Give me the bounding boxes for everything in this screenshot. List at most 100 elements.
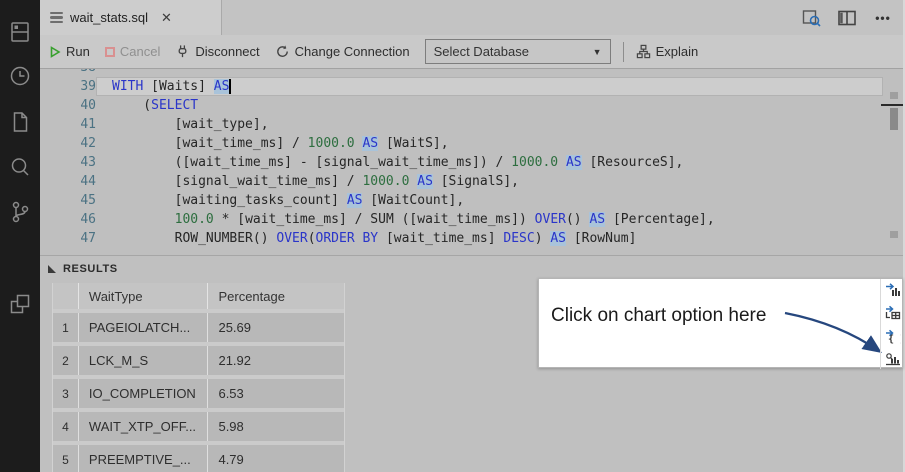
row-number-cell[interactable]: 1 [53,313,79,342]
code-line[interactable]: 38 [40,69,883,77]
connections-icon[interactable] [8,20,32,44]
waittype-cell[interactable]: PREEMPTIVE_... [79,445,209,472]
editor-actions: ••• [801,0,893,35]
task-history-icon[interactable] [8,64,32,88]
line-content: ([wait_time_ms] - [signal_wait_time_ms])… [96,153,883,172]
code-line[interactable]: 41 [wait_type], [40,115,883,134]
grid-header-row: WaitType Percentage [53,283,344,309]
preview-icon[interactable] [801,8,821,28]
annotation-text: Click on chart option here [551,305,766,327]
code-line[interactable]: 45 [waiting_tasks_count] AS [WaitCount], [40,191,883,210]
line-number: 42 [40,134,96,153]
run-label: Run [66,44,90,59]
view-as-chart-icon[interactable] [884,350,901,367]
table-row[interactable]: 3IO_COMPLETION6.53 [53,379,344,408]
more-actions-icon[interactable]: ••• [873,8,893,28]
line-number: 43 [40,153,96,172]
code-editor[interactable]: 3839WITH [Waits] AS40 (SELECT41 [wait_ty… [40,69,905,255]
explain-label: Explain [656,44,699,59]
waittype-cell[interactable]: WAIT_XTP_OFF... [79,412,209,441]
row-number-cell[interactable]: 4 [53,412,79,441]
editor-scrollbar[interactable] [885,69,903,255]
save-as-excel-icon[interactable] [884,304,901,321]
select-database-dropdown[interactable]: Select Database ▼ [425,39,611,64]
percentage-cell[interactable]: 5.98 [208,412,344,441]
toolbar-separator [623,42,624,62]
editor-group: wait_stats.sql ✕ ••• Run Cancel Disconne… [40,0,905,472]
scrollbar-thumb[interactable] [890,108,898,130]
line-content: [wait_type], [96,115,883,134]
line-content: 100.0 * [wait_time_ms] / SUM ([wait_time… [96,210,883,229]
split-editor-icon[interactable] [837,8,857,28]
disconnect-button[interactable]: Disconnect [175,44,259,59]
tab-wait-stats-sql[interactable]: wait_stats.sql ✕ [40,0,222,35]
line-number: 39 [40,77,96,96]
percentage-cell[interactable]: 21.92 [208,346,344,375]
table-row[interactable]: 5PREEMPTIVE_...4.79 [53,445,344,472]
cancel-label: Cancel [120,44,160,59]
waittype-cell[interactable]: IO_COMPLETION [79,379,209,408]
code-line[interactable]: 40 (SELECT [40,96,883,115]
code-line[interactable]: 42 [wait_time_ms] / 1000.0 AS [WaitS], [40,134,883,153]
line-number: 40 [40,96,96,115]
percentage-cell[interactable]: 6.53 [208,379,344,408]
tab-bar: wait_stats.sql ✕ ••• [40,0,905,35]
disconnect-label: Disconnect [195,44,259,59]
code-line[interactable]: 43 ([wait_time_ms] - [signal_wait_time_m… [40,153,883,172]
plug-icon [175,44,190,59]
save-as-json-icon[interactable]: { } [884,327,901,344]
waittype-cell[interactable]: PAGEIOLATCH... [79,313,209,342]
column-header-waittype[interactable]: WaitType [79,283,209,309]
line-number: 41 [40,115,96,134]
code-line[interactable]: 44 [signal_wait_time_ms] / 1000.0 AS [Si… [40,172,883,191]
extensions-icon[interactable] [8,292,32,316]
tab-title: wait_stats.sql [70,10,148,25]
cancel-icon [105,47,115,57]
cancel-button[interactable]: Cancel [105,44,160,59]
search-icon[interactable] [8,155,32,179]
svg-text:{ }: { } [888,334,901,344]
annotation-arrow [781,305,893,363]
results-title: RESULTS [63,263,118,275]
percentage-cell[interactable]: 25.69 [208,313,344,342]
run-button[interactable]: Run [49,44,90,59]
row-number-cell[interactable]: 2 [53,346,79,375]
line-content: [waiting_tasks_count] AS [WaitCount], [96,191,883,210]
line-content: (SELECT [96,96,883,115]
change-connection-button[interactable]: Change Connection [275,44,410,59]
code-lines: 3839WITH [Waits] AS40 (SELECT41 [wait_ty… [40,69,883,248]
waittype-cell[interactable]: LCK_M_S [79,346,209,375]
results-grid: WaitType Percentage 1PAGEIOLATCH...25.69… [52,283,345,472]
line-number: 46 [40,210,96,229]
query-toolbar: Run Cancel Disconnect Change Connection … [40,35,905,69]
source-control-icon[interactable] [8,200,32,224]
row-number-cell[interactable]: 3 [53,379,79,408]
table-row[interactable]: 4WAIT_XTP_OFF...5.98 [53,412,344,441]
select-database-value: Select Database [434,44,529,59]
line-content [96,69,883,77]
tab-close-icon[interactable]: ✕ [161,11,172,24]
grid-body: 1PAGEIOLATCH...25.69 2LCK_M_S21.92 3IO_COM… [53,313,344,472]
save-as-csv-icon[interactable] [884,281,901,298]
percentage-cell[interactable]: 4.79 [208,445,344,472]
table-row[interactable]: 2LCK_M_S21.92 [53,346,344,375]
results-panel: RESULTS WaitType Percentage 1PAGEIOLATCH… [40,255,905,472]
code-line[interactable]: 47 ROW_NUMBER() OVER(ORDER BY [wait_time… [40,229,883,248]
change-connection-label: Change Connection [295,44,410,59]
explorer-file-icon[interactable] [8,110,32,134]
column-header-percentage[interactable]: Percentage [208,283,344,309]
explain-tree-icon [636,44,651,59]
line-content: [signal_wait_time_ms] / 1000.0 AS [Signa… [96,172,883,191]
table-row[interactable]: 1PAGEIOLATCH...25.69 [53,313,344,342]
code-line[interactable]: 46 100.0 * [wait_time_ms] / SUM ([wait_t… [40,210,883,229]
text-cursor [229,79,231,94]
line-content: [wait_time_ms] / 1000.0 AS [WaitS], [96,134,883,153]
explain-button[interactable]: Explain [636,44,699,59]
row-number-cell[interactable]: 5 [53,445,79,472]
collapse-twistie-icon[interactable] [48,265,56,273]
row-number-header [53,283,79,309]
code-line[interactable]: 39WITH [Waits] AS [40,77,883,96]
chevron-down-icon: ▼ [593,47,602,57]
activity-bar [0,0,40,472]
sql-file-icon [50,10,63,26]
